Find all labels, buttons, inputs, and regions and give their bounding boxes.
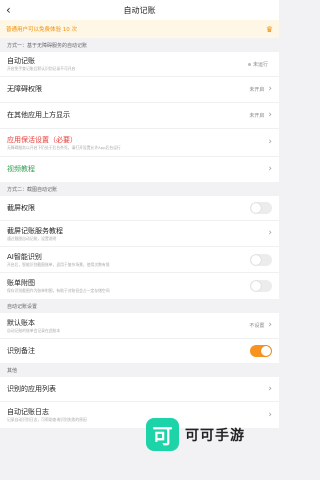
- chevron-right-icon: ›: [268, 137, 272, 147]
- row-desc: 开启后，智能识别截图账单，适用于复杂场景，使用次数有限: [7, 261, 110, 267]
- row-desc: 开启免手查记账后默认识别记录不可开启: [7, 66, 76, 71]
- row-label: 默认账本: [7, 318, 35, 327]
- toggle-knob: [251, 281, 261, 291]
- row-screenshot-permission[interactable]: 截屏权限: [0, 196, 279, 221]
- ai-recognition-toggle[interactable]: [250, 253, 272, 266]
- row-desc: 通过截图自动记账，设置说明: [7, 235, 57, 241]
- row-ai-recognition[interactable]: AI智能识别 开启后，智能识别截图账单，适用于复杂场景，使用次数有限: [0, 247, 279, 273]
- row-label: 截屏权限: [7, 203, 35, 212]
- chevron-right-icon: ›: [268, 383, 272, 394]
- status-value: 未开启: [249, 113, 265, 119]
- row-label: 自动记账日志: [7, 408, 49, 416]
- chevron-left-icon[interactable]: ‹: [6, 3, 11, 17]
- row-label: 截屏记账服务教程: [7, 226, 63, 235]
- row-bill-attachment[interactable]: 账单附图 保存识别截图作为账单附图，有助于对账但会占一定存储空间: [0, 273, 279, 299]
- row-keep-alive-settings[interactable]: 应用保活设置（必要） 无障碍服务以开启下仍处于后台杀死，请打开设置允许App后台…: [0, 129, 279, 157]
- row-label: 视频教程: [7, 165, 35, 173]
- status-dot-icon: [247, 62, 251, 66]
- section-title-other: 其他: [7, 367, 18, 374]
- section-accessibility: 自动记账 开启免手查记账后默认识别记录不可开启 未运行 无障碍权限 未开启 › …: [0, 52, 279, 182]
- chevron-right-icon: ›: [268, 164, 272, 174]
- toggle-knob: [261, 346, 271, 356]
- chevron-right-icon: ›: [268, 228, 272, 238]
- app-header: ‹ 自动记账: [0, 0, 279, 20]
- row-label: 账单附图: [7, 279, 35, 287]
- row-overlay-permission[interactable]: 在其他应用上方显示 未开启 ›: [0, 103, 279, 129]
- banner-text: 普通用户可以免费体验 10 次: [6, 27, 77, 33]
- row-label: 自动记账: [7, 57, 35, 65]
- bill-attachment-toggle[interactable]: [250, 280, 272, 292]
- row-accessibility-permission[interactable]: 无障碍权限 未开启 ›: [0, 77, 279, 103]
- status-value: 未运行: [247, 61, 268, 68]
- toggle-knob: [251, 254, 261, 265]
- row-video-tutorial[interactable]: 视频教程 ›: [0, 157, 279, 182]
- toggle-knob: [251, 203, 261, 213]
- site-watermark: 可 可可手游: [146, 418, 245, 451]
- chevron-right-icon: ›: [268, 84, 272, 94]
- row-desc: 自动记账的账单会记录在此账本: [7, 327, 61, 333]
- row-auto-bookkeeping[interactable]: 自动记账 开启免手查记账后默认识别记录不可开启 未运行: [0, 52, 279, 77]
- watermark-text: 可可手游: [185, 427, 245, 444]
- watermark-logo: 可: [146, 418, 179, 451]
- crown-icon: ♛: [265, 24, 273, 34]
- row-label: 识别的应用列表: [7, 384, 56, 393]
- row-screenshot-tutorial[interactable]: 截屏记账服务教程 通过截图自动记账，设置说明 ›: [0, 221, 279, 247]
- row-label: 应用保活设置（必要）: [7, 135, 77, 144]
- row-desc: 无障碍服务以开启下仍处于后台杀死，请打开设置允许App后台运行: [7, 144, 121, 150]
- row-label: AI智能识别: [7, 252, 42, 261]
- recognize-note-toggle[interactable]: [250, 345, 272, 357]
- section-title-settings: 自动记账设置: [7, 303, 38, 310]
- screenshot-permission-toggle[interactable]: [250, 202, 272, 214]
- section-settings: 默认账本 自动记账的账单会记录在此账本 不设置 › 识别备注: [0, 313, 279, 363]
- section-title-accessibility: 方式一：基于无障碍服务的自动记账: [7, 42, 88, 49]
- row-desc: 保存识别截图作为账单附图，有助于对账但会占一定存储空间: [7, 288, 110, 293]
- row-label: 在其他应用上方显示: [7, 111, 70, 119]
- chevron-right-icon: ›: [268, 320, 272, 330]
- row-default-ledger[interactable]: 默认账本 自动记账的账单会记录在此账本 不设置 ›: [0, 313, 279, 339]
- chevron-right-icon: ›: [268, 110, 272, 120]
- status-value: 未开启: [249, 87, 265, 93]
- section-title-screenshot: 方式二：截图自动记账: [7, 186, 58, 193]
- row-recognize-note[interactable]: 识别备注: [0, 339, 279, 363]
- page-title: 自动记账: [123, 5, 156, 15]
- row-label: 无障碍权限: [7, 85, 42, 93]
- ledger-value: 不设置: [249, 323, 265, 329]
- chevron-right-icon: ›: [268, 409, 272, 420]
- row-label: 识别备注: [7, 346, 35, 355]
- section-screenshot: 截屏权限 截屏记账服务教程 通过截图自动记账，设置说明 › AI智能识别 开启后…: [0, 196, 279, 299]
- row-recognized-apps[interactable]: 识别的应用列表 ›: [0, 377, 279, 402]
- trial-banner[interactable]: 普通用户可以免费体验 10 次 ♛: [0, 20, 279, 38]
